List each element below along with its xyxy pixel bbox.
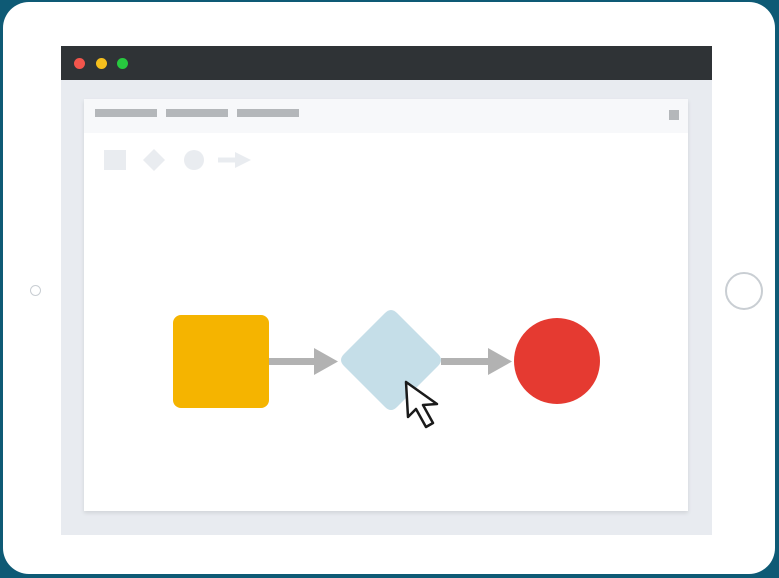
front-camera bbox=[30, 285, 41, 296]
app-window bbox=[61, 46, 712, 535]
mouse-pointer-icon bbox=[404, 380, 439, 429]
connector-arrow[interactable] bbox=[267, 348, 338, 375]
minimize-window-button[interactable] bbox=[96, 58, 107, 69]
connector-arrow[interactable] bbox=[441, 348, 512, 375]
close-window-button[interactable] bbox=[74, 58, 85, 69]
tablet-frame bbox=[3, 2, 775, 574]
zoom-window-button[interactable] bbox=[117, 58, 128, 69]
editor-canvas[interactable] bbox=[84, 99, 688, 511]
process-node[interactable] bbox=[173, 315, 269, 408]
end-node[interactable] bbox=[514, 318, 600, 404]
home-button[interactable] bbox=[725, 272, 763, 310]
window-titlebar bbox=[61, 46, 712, 80]
diagram bbox=[173, 310, 600, 429]
